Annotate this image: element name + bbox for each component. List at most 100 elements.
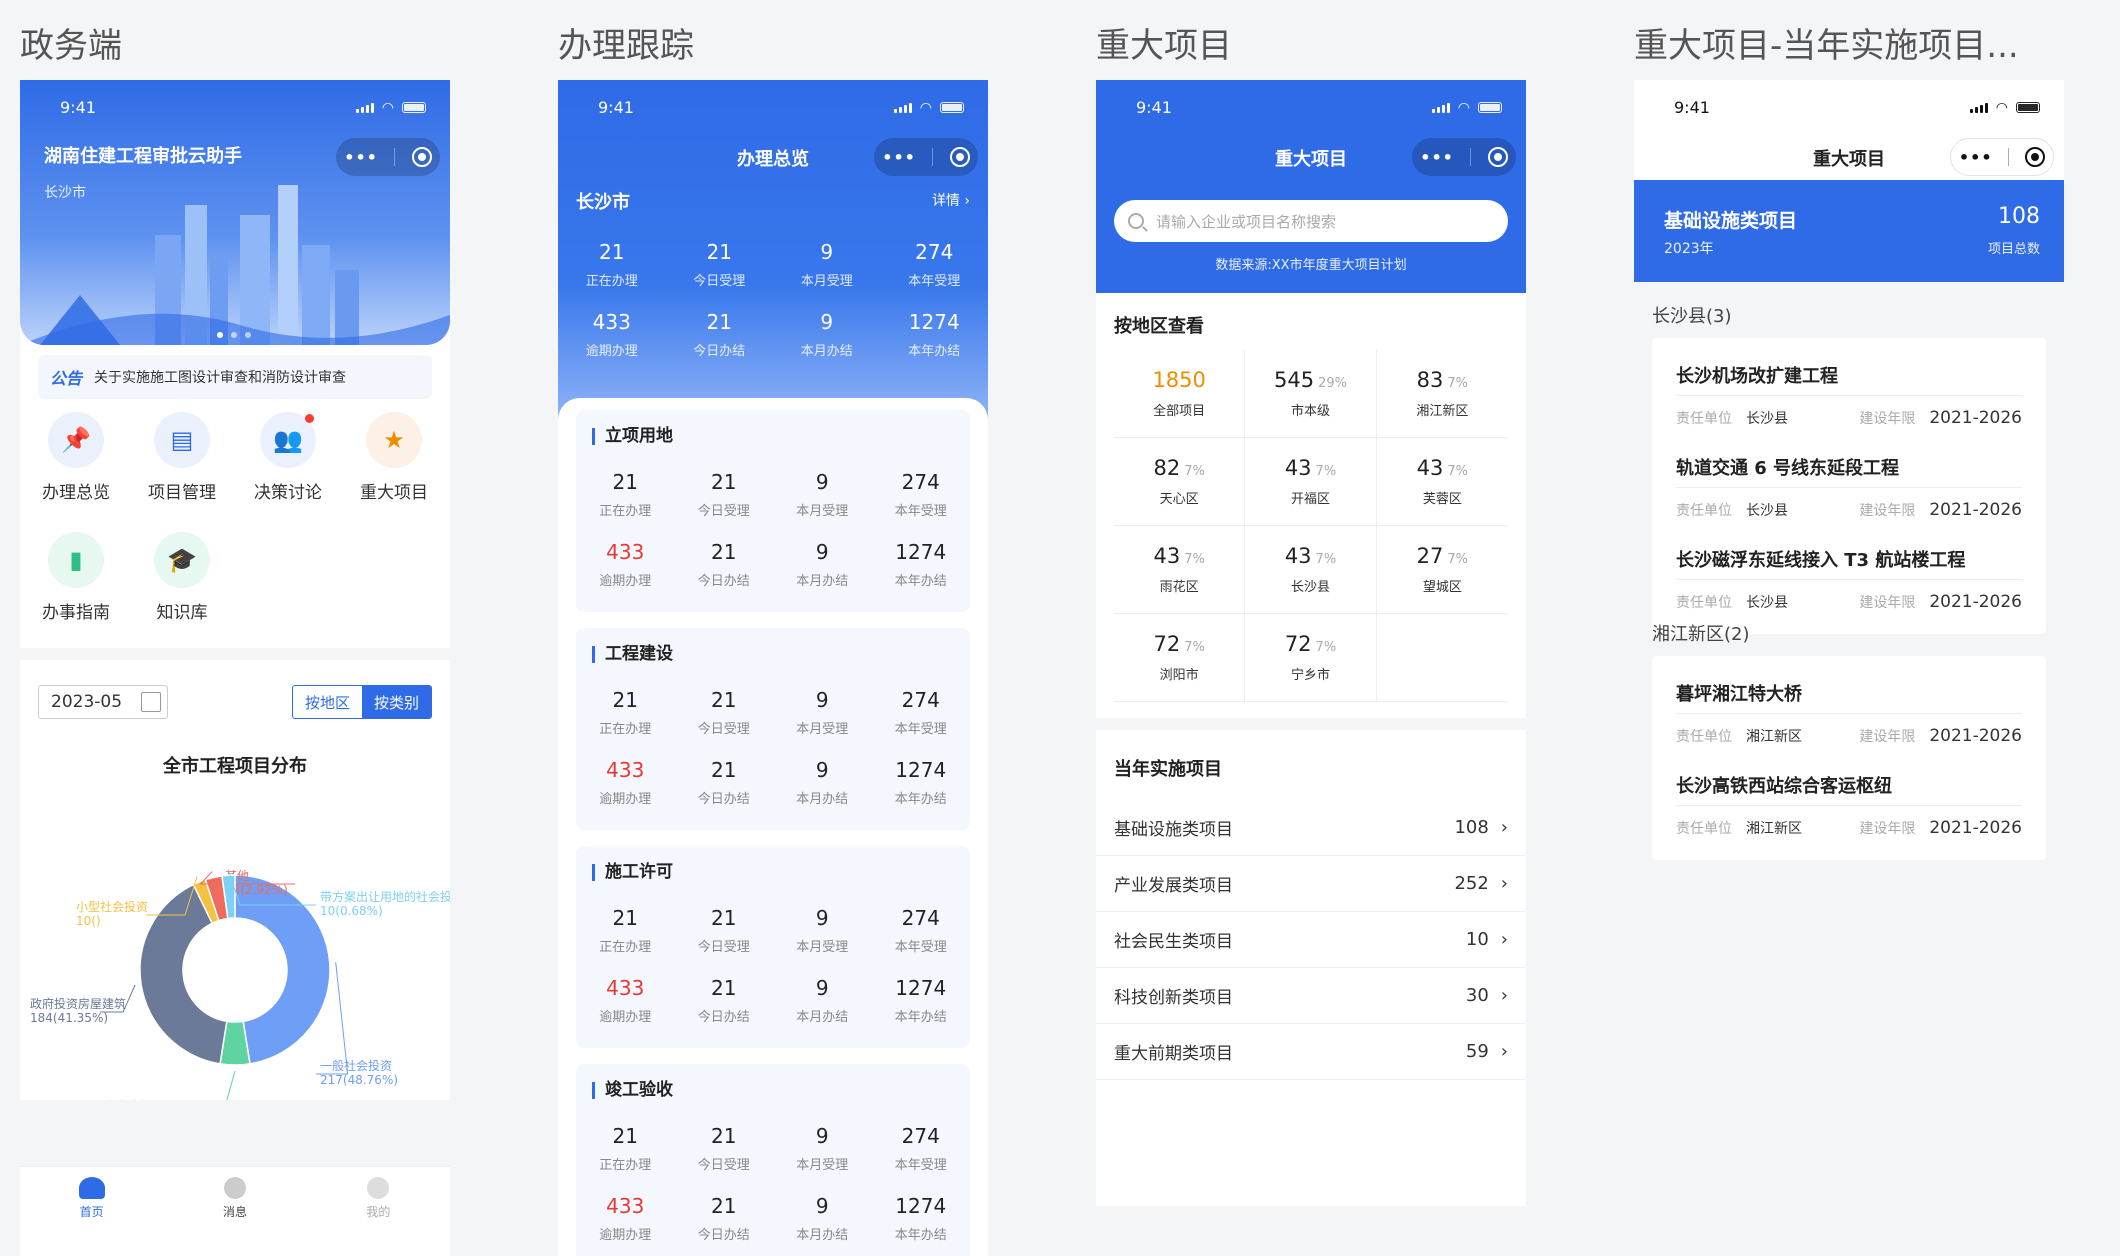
battery-icon <box>1478 102 1502 113</box>
wifi-icon: ◠ <box>919 99 932 116</box>
mini-program-capsule[interactable]: ••• <box>874 138 978 176</box>
stat-label: 本月办结 <box>796 574 849 589</box>
stat-value: 21 <box>711 906 737 930</box>
stat-value-overdue: 433 <box>606 1194 645 1218</box>
stat-value: 433 <box>592 310 631 334</box>
tab-mine[interactable]: 我的 <box>307 1167 450 1256</box>
stat-value: 21 <box>706 240 732 264</box>
stat-value: 9 <box>815 688 829 712</box>
year-list-item[interactable]: 基础设施类项目 108 › <box>1096 800 1526 856</box>
region-cell[interactable]: 83 7% 湘江新区 <box>1376 350 1508 438</box>
region-percent: 7% <box>1447 464 1468 479</box>
region-cell[interactable]: 82 7% 天心区 <box>1114 438 1246 526</box>
stage-card[interactable]: 立项用地 21 正在办理 21 今日受理 9 本月受理 274 本年受理 433 逾期办理… <box>576 410 970 612</box>
entry-guide[interactable]: ▮ 办事指南 <box>26 532 126 623</box>
chevron-right-icon: › <box>1500 1041 1508 1062</box>
entry-major-project[interactable]: ★ 重大项目 <box>344 412 444 503</box>
stat-label: 本年受理 <box>894 940 947 955</box>
year-project-list: 基础设施类项目 108 › 产业发展类项目 252 › 社会民生类项目 10 › 科技创新类项目 3… <box>1096 800 1526 1080</box>
stat-cell[interactable]: 1274 本年办结 <box>881 310 989 359</box>
district-group-title: 湘江新区(2) <box>1652 624 1750 645</box>
notice-bar[interactable]: 公告 关于实施施工图设计审查和消防设计审查 <box>38 355 432 399</box>
card-row-finish: 433 逾期办理 21 今日办结 9 本月办结 1274 本年办结 <box>576 758 970 807</box>
stage-cards-container: 立项用地 21 正在办理 21 今日受理 9 本月受理 274 本年受理 433 逾期办理… <box>558 398 988 1256</box>
category-count: 252 <box>1454 873 1489 894</box>
toggle-by-region[interactable]: 按地区 <box>293 686 362 718</box>
signal-icon <box>1431 102 1450 113</box>
region-name: 长沙县 <box>1290 580 1330 595</box>
calendar-icon <box>141 692 161 712</box>
region-cell[interactable]: 72 7% 宁乡市 <box>1245 614 1377 702</box>
nav-title: 重大项目 <box>1813 149 1885 170</box>
slice-name-label: 带方案出让用地的社会投资 <box>320 889 450 904</box>
region-cell[interactable]: 545 29% 市本级 <box>1245 350 1377 438</box>
entry-overview[interactable]: 📌 办理总览 <box>26 412 126 503</box>
year-list-item[interactable]: 重大前期类项目 59 › <box>1096 1024 1526 1080</box>
donut-slice[interactable] <box>234 874 331 1065</box>
entry-decision[interactable]: 👥 决策讨论 <box>238 412 338 503</box>
tab-messages[interactable]: 消息 <box>163 1167 306 1256</box>
unit-value: 湘江新区 <box>1746 821 1802 837</box>
year-list-item[interactable]: 产业发展类项目 252 › <box>1096 856 1526 912</box>
slice-value-label: 10() <box>76 914 101 928</box>
details-link[interactable]: 详情 › <box>932 190 970 210</box>
stat-cell: 274 本年受理 <box>872 1124 971 1173</box>
mini-program-capsule[interactable]: ••• <box>336 138 440 176</box>
card-row-accept: 21 正在办理 21 今日受理 9 本月受理 274 本年受理 <box>576 906 970 955</box>
view-toggle[interactable]: 按地区 按类别 <box>292 685 432 719</box>
close-circle-icon[interactable] <box>949 147 970 167</box>
close-circle-icon[interactable] <box>1487 147 1508 167</box>
region-name: 全部项目 <box>1153 404 1206 419</box>
more-icon[interactable]: ••• <box>1959 148 1993 167</box>
tab-home[interactable]: 首页 <box>20 1167 163 1256</box>
stat-cell[interactable]: 21 正在办理 <box>558 240 666 289</box>
more-icon[interactable]: ••• <box>1420 148 1454 167</box>
entry-project-manage[interactable]: ▤ 项目管理 <box>132 412 232 503</box>
stat-cell[interactable]: 433 逾期办理 <box>558 310 666 359</box>
toggle-by-type[interactable]: 按类别 <box>362 686 431 718</box>
close-circle-icon[interactable] <box>411 147 432 167</box>
stat-cell[interactable]: 274 本年受理 <box>881 240 989 289</box>
stage-card[interactable]: 施工许可 21 正在办理 21 今日受理 9 本月受理 274 本年受理 433 逾期办理… <box>576 846 970 1048</box>
stat-value: 1274 <box>895 758 947 782</box>
entry-knowledge[interactable]: 🎓 知识库 <box>132 532 232 623</box>
region-cell[interactable]: 43 7% 长沙县 <box>1245 526 1377 614</box>
stat-cell: 21 今日受理 <box>675 1124 774 1173</box>
stat-cell[interactable]: 21 今日办结 <box>666 310 774 359</box>
stat-cell: 21 今日受理 <box>675 470 774 519</box>
mini-program-capsule[interactable]: ••• <box>1412 138 1516 176</box>
entry-label: 知识库 <box>156 603 208 623</box>
region-cell[interactable]: 43 7% 开福区 <box>1245 438 1377 526</box>
status-time: 9:41 <box>598 98 634 117</box>
region-cell[interactable]: 43 7% 芙蓉区 <box>1376 438 1508 526</box>
more-icon[interactable]: ••• <box>882 148 916 167</box>
signal-icon <box>893 102 912 113</box>
region-name: 天心区 <box>1159 492 1199 507</box>
more-icon[interactable]: ••• <box>344 148 378 167</box>
project-card[interactable]: 长沙磁浮东延线接入 T3 航站楼工程 责任单位 长沙县 建设年限 2021-2026 <box>1652 522 2046 634</box>
stat-cell[interactable]: 9 本月办结 <box>773 310 881 359</box>
project-card[interactable]: 长沙高铁西站综合客运枢纽 责任单位 湘江新区 建设年限 2021-2026 <box>1652 748 2046 860</box>
mini-program-capsule[interactable]: ••• <box>1950 138 2054 176</box>
search-input[interactable]: 请输入企业或项目名称搜索 <box>1114 200 1508 242</box>
stat-label: 本年受理 <box>908 274 961 289</box>
stat-cell[interactable]: 9 本月受理 <box>773 240 881 289</box>
unit-key: 责任单位 <box>1676 503 1732 519</box>
column-title-gov: 政务端 <box>20 26 122 66</box>
year-list-item[interactable]: 社会民生类项目 10 › <box>1096 912 1526 968</box>
region-cell[interactable]: 1850 全部项目 <box>1114 350 1246 438</box>
date-picker[interactable]: 2023-05 <box>38 685 168 719</box>
region-cell[interactable]: 43 7% 雨花区 <box>1114 526 1246 614</box>
region-cell[interactable]: 72 7% 浏阳市 <box>1114 614 1246 702</box>
column-title-tracking: 办理跟踪 <box>558 26 694 66</box>
close-circle-icon[interactable] <box>2025 147 2046 167</box>
city-label[interactable]: 长沙市 <box>44 182 86 202</box>
year-list-item[interactable]: 科技创新类项目 30 › <box>1096 968 1526 1024</box>
unit-value: 长沙县 <box>1746 503 1788 519</box>
pin-icon: 📌 <box>48 412 104 468</box>
stage-card[interactable]: 竣工验收 21 正在办理 21 今日受理 9 本月受理 274 本年受理 433 逾期办理… <box>576 1064 970 1256</box>
stat-cell[interactable]: 21 今日受理 <box>666 240 774 289</box>
region-cell[interactable]: 27 7% 望城区 <box>1376 526 1508 614</box>
region-count: 72 7% <box>1153 632 1204 656</box>
stage-card[interactable]: 工程建设 21 正在办理 21 今日受理 9 本月受理 274 本年受理 433 逾期办理… <box>576 628 970 830</box>
